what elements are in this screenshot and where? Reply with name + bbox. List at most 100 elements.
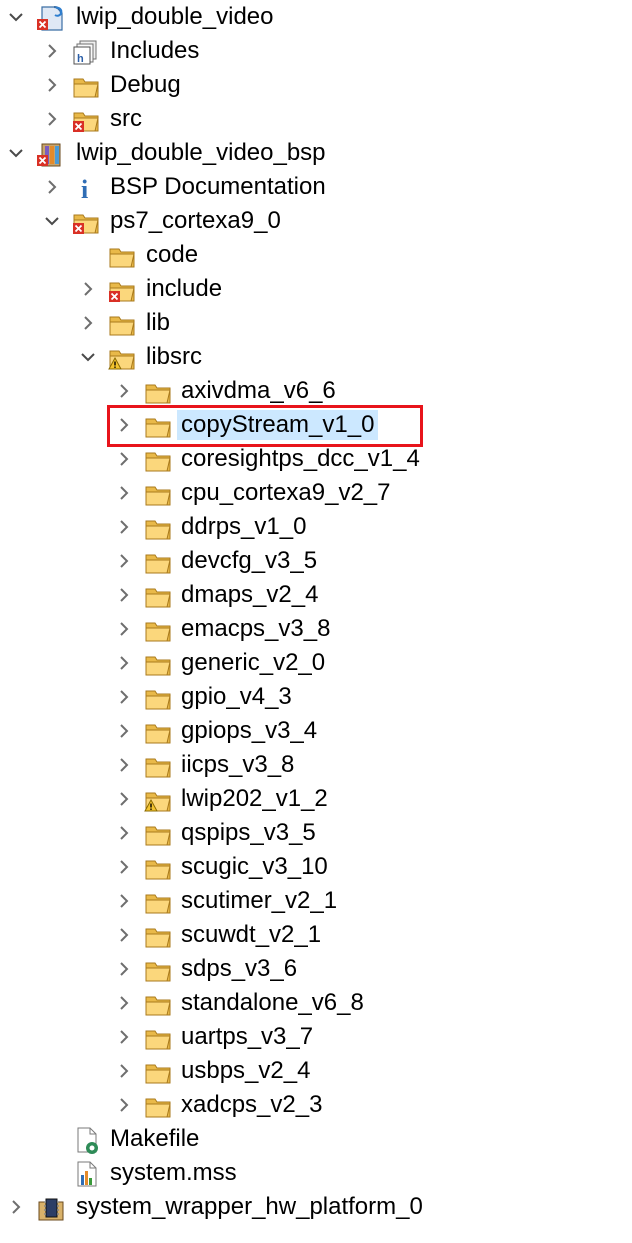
chevron-right-icon[interactable] (116, 553, 132, 569)
tree-item-xadcps-v2-3[interactable]: xadcps_v2_3 (0, 1088, 632, 1122)
tree-item-system-wrapper-hw-platform-0[interactable]: system_wrapper_hw_platform_0 (0, 1190, 632, 1224)
chevron-right-icon[interactable] (116, 485, 132, 501)
tree-item-label: Debug (110, 71, 181, 98)
chevron-right-icon[interactable] (116, 655, 132, 671)
tree-item-generic-v2-0[interactable]: generic_v2_0 (0, 646, 632, 680)
folder-icon (72, 72, 102, 100)
chevron-right-icon[interactable] (116, 689, 132, 705)
chevron-right-icon[interactable] (8, 1199, 24, 1215)
makefile-icon (72, 1126, 102, 1154)
chevron-right-icon[interactable] (44, 179, 60, 195)
tree-item-label: lwip202_v1_2 (181, 785, 328, 812)
chevron-right-icon[interactable] (116, 825, 132, 841)
tree-item-axivdma-v6-6[interactable]: axivdma_v6_6 (0, 374, 632, 408)
tree-item-label: BSP Documentation (110, 173, 326, 200)
tree-item-label: uartps_v3_7 (181, 1023, 314, 1050)
chevron-down-icon[interactable] (80, 349, 96, 365)
tree-item-label: system.mss (110, 1159, 237, 1186)
tree-item-label: standalone_v6_8 (181, 989, 364, 1016)
chevron-down-icon[interactable] (8, 145, 24, 161)
svg-text:i: i (81, 175, 88, 202)
tree-item-devcfg-v3-5[interactable]: devcfg_v3_5 (0, 544, 632, 578)
tree-item-label: libsrc (146, 343, 203, 370)
highlight-box (107, 405, 423, 447)
tree-item-bsp-documentation[interactable]: i BSP Documentation (0, 170, 632, 204)
folder-error-icon (72, 208, 102, 236)
tree-item-label: Makefile (110, 1125, 200, 1152)
chevron-down-icon[interactable] (44, 213, 60, 229)
tree-item-usbps-v2-4[interactable]: usbps_v2_4 (0, 1054, 632, 1088)
tree-item-label: system_wrapper_hw_platform_0 (76, 1193, 423, 1220)
folder-icon (144, 888, 174, 916)
chevron-right-icon[interactable] (116, 587, 132, 603)
tree-item-includes[interactable]: h Includes (0, 34, 632, 68)
chevron-right-icon[interactable] (116, 893, 132, 909)
tree-item-include[interactable]: include (0, 272, 632, 306)
tree-item-scuwdt-v2-1[interactable]: scuwdt_v2_1 (0, 918, 632, 952)
svg-text:h: h (77, 53, 84, 65)
chevron-right-icon[interactable] (116, 757, 132, 773)
tree-item-label: cpu_cortexa9_v2_7 (181, 479, 391, 506)
tree-item-label: generic_v2_0 (181, 649, 326, 676)
chevron-right-icon[interactable] (116, 995, 132, 1011)
tree-item-ps7-cortexa9-0[interactable]: ps7_cortexa9_0 (0, 204, 632, 238)
chevron-right-icon[interactable] (116, 383, 132, 399)
tree-item-lwip-double-video-bsp[interactable]: lwip_double_video_bsp (0, 136, 632, 170)
chevron-right-icon[interactable] (80, 281, 96, 297)
chevron-down-icon[interactable] (8, 9, 24, 25)
folder-warning-icon (144, 786, 174, 814)
tree-item-cpu-cortexa9-v2-7[interactable]: cpu_cortexa9_v2_7 (0, 476, 632, 510)
chevron-right-icon[interactable] (116, 723, 132, 739)
folder-icon (144, 378, 174, 406)
folder-icon (144, 1058, 174, 1086)
chevron-right-icon[interactable] (116, 961, 132, 977)
tree-item-label: usbps_v2_4 (181, 1057, 311, 1084)
folder-error-icon (72, 106, 102, 134)
tree-item-gpio-v4-3[interactable]: gpio_v4_3 (0, 680, 632, 714)
chevron-right-icon[interactable] (116, 791, 132, 807)
chevron-right-icon[interactable] (44, 77, 60, 93)
folder-icon (144, 854, 174, 882)
tree-item-scugic-v3-10[interactable]: scugic_v3_10 (0, 850, 632, 884)
chevron-right-icon[interactable] (116, 927, 132, 943)
tree-item-label: gpiops_v3_4 (181, 717, 318, 744)
tree-item-label: iicps_v3_8 (181, 751, 295, 778)
chevron-right-icon[interactable] (116, 859, 132, 875)
folder-icon (144, 718, 174, 746)
tree-item-coresightps-dcc-v1-4[interactable]: coresightps_dcc_v1_4 (0, 442, 632, 476)
tree-item-uartps-v3-7[interactable]: uartps_v3_7 (0, 1020, 632, 1054)
hw-platform-icon (36, 1194, 66, 1222)
tree-item-lwip202-v1-2[interactable]: lwip202_v1_2 (0, 782, 632, 816)
tree-item-ddrps-v1-0[interactable]: ddrps_v1_0 (0, 510, 632, 544)
folder-icon (144, 514, 174, 542)
folder-icon (144, 684, 174, 712)
tree-item-src[interactable]: src (0, 102, 632, 136)
tree-item-label: sdps_v3_6 (181, 955, 298, 982)
tree-item-iicps-v3-8[interactable]: iicps_v3_8 (0, 748, 632, 782)
tree-item-system-mss[interactable]: system.mss (0, 1156, 632, 1190)
chevron-right-icon[interactable] (44, 111, 60, 127)
tree-item-code[interactable]: code (0, 238, 632, 272)
tree-item-libsrc[interactable]: libsrc (0, 340, 632, 374)
tree-item-qspips-v3-5[interactable]: qspips_v3_5 (0, 816, 632, 850)
tree-item-dmaps-v2-4[interactable]: dmaps_v2_4 (0, 578, 632, 612)
chevron-right-icon[interactable] (116, 1063, 132, 1079)
chevron-right-icon[interactable] (116, 621, 132, 637)
chevron-right-icon[interactable] (116, 451, 132, 467)
tree-item-lib[interactable]: lib (0, 306, 632, 340)
chevron-right-icon[interactable] (80, 315, 96, 331)
chevron-right-icon[interactable] (116, 1029, 132, 1045)
tree-item-lwip-double-video[interactable]: lwip_double_video (0, 0, 632, 34)
tree-item-label: src (110, 105, 142, 132)
tree-item-sdps-v3-6[interactable]: sdps_v3_6 (0, 952, 632, 986)
tree-item-standalone-v6-8[interactable]: standalone_v6_8 (0, 986, 632, 1020)
chevron-right-icon[interactable] (116, 1097, 132, 1113)
tree-item-makefile[interactable]: Makefile (0, 1122, 632, 1156)
folder-icon (144, 1024, 174, 1052)
tree-item-gpiops-v3-4[interactable]: gpiops_v3_4 (0, 714, 632, 748)
tree-item-debug[interactable]: Debug (0, 68, 632, 102)
tree-item-emacps-v3-8[interactable]: emacps_v3_8 (0, 612, 632, 646)
tree-item-scutimer-v2-1[interactable]: scutimer_v2_1 (0, 884, 632, 918)
chevron-right-icon[interactable] (116, 519, 132, 535)
chevron-right-icon[interactable] (44, 43, 60, 59)
